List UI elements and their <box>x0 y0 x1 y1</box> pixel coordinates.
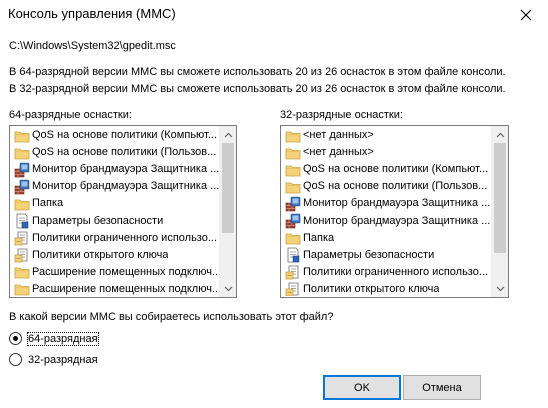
folder-icon <box>285 145 301 161</box>
close-button[interactable] <box>504 0 548 30</box>
scroll-up-button[interactable] <box>492 126 508 143</box>
left-list-label: 64-разрядные оснастки: <box>9 109 132 121</box>
list-item[interactable]: Политики ограниченного использо... <box>282 264 491 281</box>
list-item[interactable]: <нет данных> <box>282 144 491 161</box>
folder-icon <box>14 145 30 161</box>
folder-icon <box>285 128 301 144</box>
list-item[interactable]: Политики открытого ключа <box>11 247 219 264</box>
radio-32bit-label[interactable]: 32-разрядная <box>28 354 98 366</box>
list-item[interactable]: QoS на основе политики (Пользов... <box>11 144 219 161</box>
folder-icon <box>14 196 30 212</box>
firewall-icon <box>14 179 30 195</box>
info-32bit: В 32-разрядной версии MMC вы сможете исп… <box>9 83 506 95</box>
list-item[interactable]: Параметры безопасности <box>282 247 491 264</box>
list-item-label: QoS на основе политики (Пользов... <box>32 146 217 159</box>
chevron-down-icon <box>224 286 233 291</box>
list-item[interactable]: Монитор брандмауэра Защитника ... <box>282 195 491 212</box>
scroll-down-button[interactable] <box>220 280 236 297</box>
info-64bit: В 64-разрядной версии MMC вы сможете исп… <box>9 66 506 78</box>
list-item-label: Монитор брандмауэра Защитника ... <box>32 163 219 176</box>
policy-icon <box>285 281 301 296</box>
right-list-label: 32-разрядные оснастки: <box>280 109 403 121</box>
scroll-down-button[interactable] <box>492 280 508 297</box>
list-item[interactable]: QoS на основе политики (Пользов... <box>282 178 491 195</box>
list-item[interactable]: QoS на основе политики (Компьют... <box>11 127 219 144</box>
list-item-label: Параметры безопасности <box>303 248 435 261</box>
list-item-label: Папка <box>32 197 64 210</box>
security-doc-icon <box>285 247 301 263</box>
ok-button[interactable]: OK <box>323 375 401 400</box>
chevron-down-icon <box>496 286 505 291</box>
list-item[interactable]: Монитор брандмауэра Защитника ... <box>11 178 219 195</box>
folder-icon <box>285 230 301 246</box>
list-item-label: Монитор брандмауэра Защитника ... <box>303 214 491 227</box>
list-item-label: Монитор брандмауэра Защитника ... <box>32 180 219 193</box>
list-item[interactable]: Расширение помещенных подключ... <box>11 281 219 296</box>
window-title: Консоль управления (MMC) <box>8 6 176 21</box>
vertical-scrollbar[interactable] <box>219 126 236 297</box>
policy-icon <box>14 247 30 263</box>
title-bar: Консоль управления (MMC) <box>0 0 548 30</box>
list-item[interactable]: Расширение помещенных подключ... <box>11 264 219 281</box>
list-item[interactable]: Параметры безопасности <box>11 212 219 229</box>
list-item-label: Политики открытого ключа <box>32 248 169 261</box>
vertical-scrollbar[interactable] <box>491 126 508 297</box>
policy-icon <box>14 230 30 246</box>
list-item[interactable]: Монитор брандмауэра Защитника ... <box>282 212 491 229</box>
list-item-label: Политики открытого ключа <box>303 282 440 295</box>
list-item-label: Расширение помещенных подключ... <box>32 282 219 295</box>
cancel-button[interactable]: Отмена <box>403 375 481 400</box>
list-item-label: QoS на основе политики (Компьют... <box>303 163 489 176</box>
scroll-thumb[interactable] <box>494 143 506 253</box>
list-item[interactable]: Политики открытого ключа <box>282 281 491 296</box>
radio-circle[interactable] <box>9 353 22 366</box>
policy-icon <box>285 264 301 280</box>
firewall-icon <box>285 213 301 229</box>
list-item[interactable]: <нет данных> <box>282 127 491 144</box>
folder-icon <box>14 264 30 280</box>
folder-icon <box>14 128 30 144</box>
list-item-label: QoS на основе политики (Компьют... <box>32 129 218 142</box>
folder-icon <box>285 162 301 178</box>
radio-circle[interactable] <box>9 332 22 345</box>
list-item[interactable]: Политики ограниченного использо... <box>11 230 219 247</box>
list-item[interactable]: QoS на основе политики (Компьют... <box>282 161 491 178</box>
firewall-icon <box>14 162 30 178</box>
list-item-label: QoS на основе политики (Пользов... <box>303 180 488 193</box>
radio-64bit-label[interactable]: 64-разрядная <box>27 331 99 346</box>
list-item[interactable]: Монитор брандмауэра Защитника ... <box>11 161 219 178</box>
scroll-thumb[interactable] <box>222 143 234 233</box>
radio-32bit[interactable]: 32-разрядная <box>9 353 98 366</box>
list-item-label: Расширение помещенных подключ... <box>32 265 219 278</box>
snapins-32bit-list[interactable]: <нет данных> <нет данных> QoS на основе по… <box>280 125 509 298</box>
list-item-label: <нет данных> <box>303 129 374 142</box>
file-path: C:\Windows\System32\gpedit.msc <box>9 40 176 52</box>
list-item-label: Политики ограниченного использо... <box>32 231 218 244</box>
list-item-label: Папка <box>303 231 335 244</box>
security-doc-icon <box>14 213 30 229</box>
snapins-64bit-list[interactable]: QoS на основе политики (Компьют... QoS на… <box>9 125 237 298</box>
folder-icon <box>285 179 301 195</box>
chevron-up-icon <box>224 132 233 137</box>
radio-64bit[interactable]: 64-разрядная <box>9 331 99 346</box>
folder-icon <box>14 281 30 296</box>
close-icon <box>520 9 532 21</box>
list-item-label: <нет данных> <box>303 146 374 159</box>
version-question: В какой версии MMC вы собираетесь исполь… <box>9 311 334 323</box>
list-item[interactable]: Папка <box>282 230 491 247</box>
list-item-label: Политики ограниченного использо... <box>303 265 489 278</box>
list-item[interactable]: Папка <box>11 195 219 212</box>
radio-selected-dot <box>13 336 18 341</box>
list-item-label: Параметры безопасности <box>32 214 164 227</box>
firewall-icon <box>285 196 301 212</box>
list-item-label: Монитор брандмауэра Защитника ... <box>303 197 491 210</box>
scroll-up-button[interactable] <box>220 126 236 143</box>
chevron-up-icon <box>496 132 505 137</box>
